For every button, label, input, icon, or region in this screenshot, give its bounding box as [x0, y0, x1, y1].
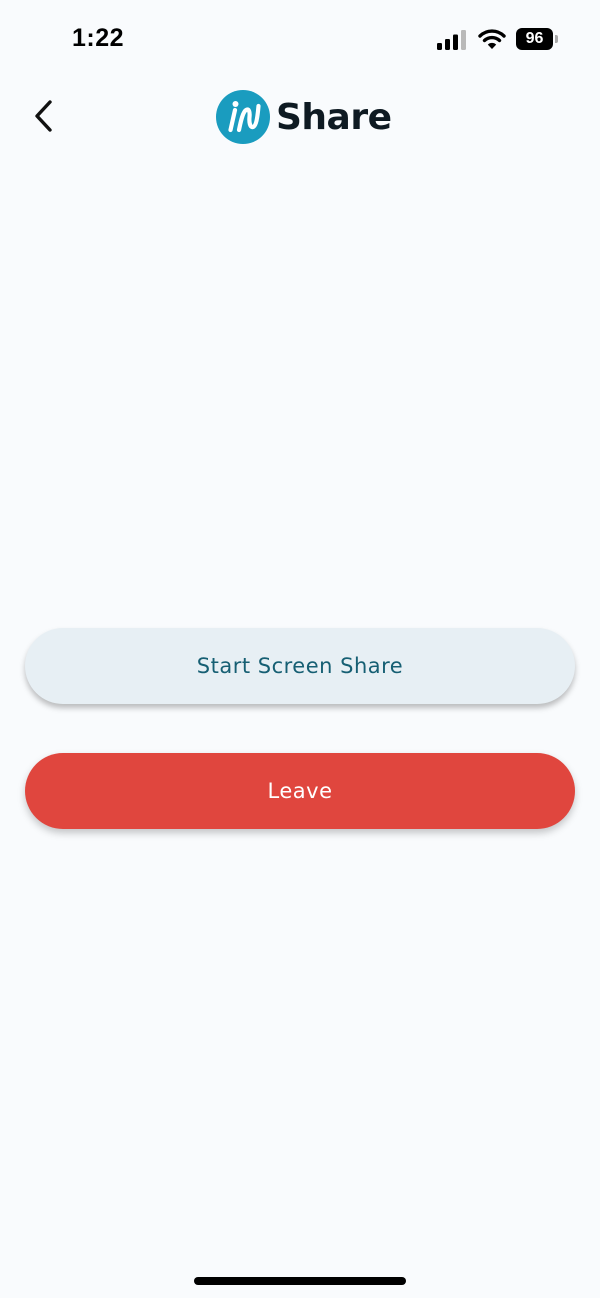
home-indicator[interactable]: [194, 1277, 406, 1285]
cellular-signal-icon: [437, 30, 466, 50]
leave-button[interactable]: Leave: [25, 753, 575, 829]
header: Share: [0, 80, 600, 156]
back-button[interactable]: [22, 94, 66, 138]
logo-text: Share: [276, 96, 392, 138]
battery-level: 96: [516, 28, 553, 50]
battery-indicator: 96: [516, 28, 558, 50]
wifi-icon: [478, 29, 506, 49]
chevron-left-icon: [35, 100, 52, 132]
logo-mark-icon: [216, 90, 270, 144]
status-bar: 1:22 96: [0, 0, 600, 80]
battery-tip: [555, 35, 558, 43]
app-logo: Share: [216, 90, 392, 144]
start-screen-share-button[interactable]: Start Screen Share: [25, 628, 575, 704]
status-time: 1:22: [72, 24, 125, 52]
